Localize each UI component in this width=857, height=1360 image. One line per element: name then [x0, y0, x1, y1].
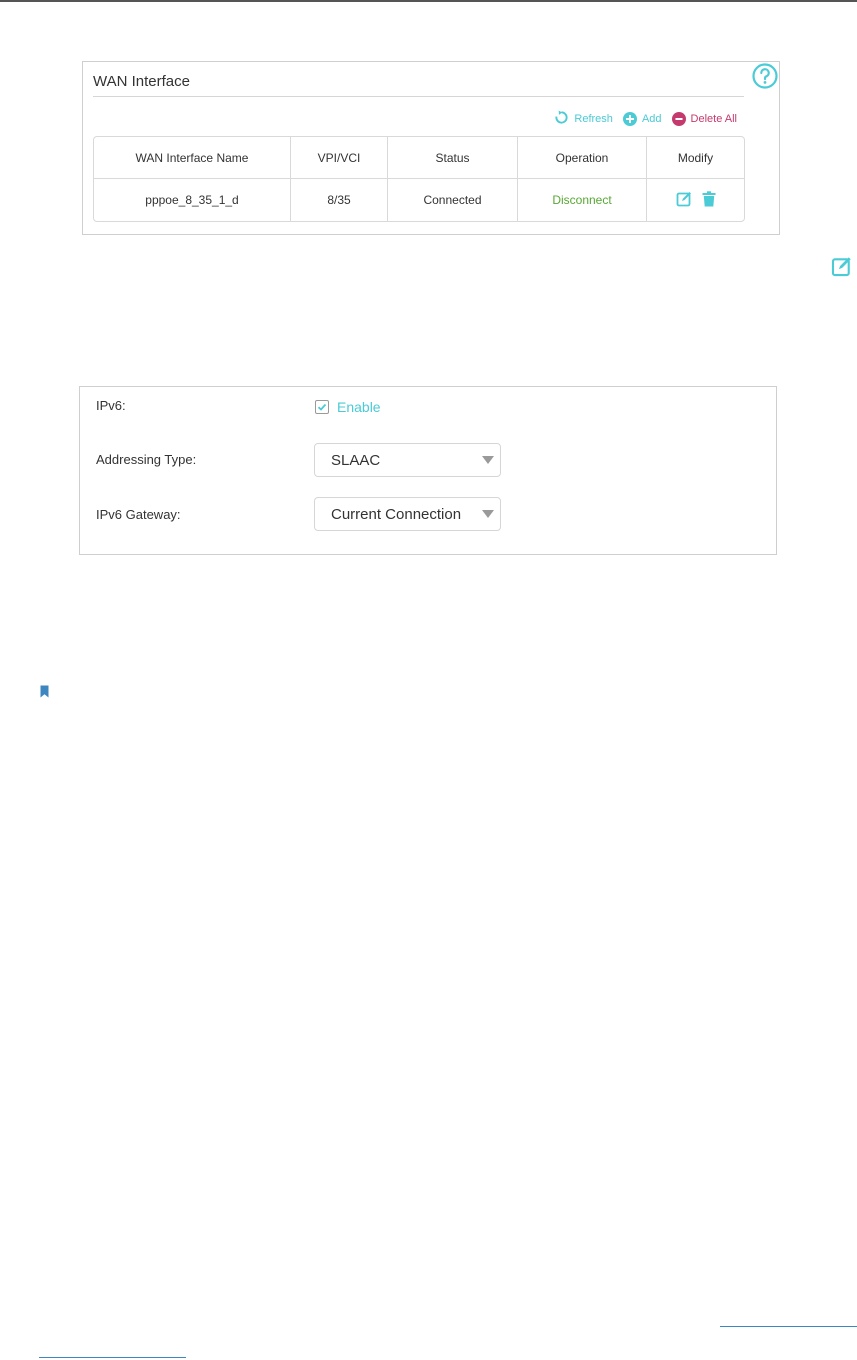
col-header-vpi-vci: VPI/VCI — [291, 137, 388, 179]
help-icon[interactable] — [752, 63, 778, 94]
cell-vpi-vci: 8/35 — [291, 179, 388, 221]
wan-panel-title: WAN Interface — [93, 73, 190, 90]
chevron-down-icon — [482, 456, 494, 464]
trash-icon[interactable] — [702, 190, 716, 210]
ipv6-gateway-label: IPv6 Gateway: — [96, 507, 181, 522]
add-label: Add — [641, 113, 662, 125]
enable-label: Enable — [337, 399, 381, 415]
table-row: pppoe_8_35_1_d 8/35 Connected Disconnect — [94, 179, 744, 221]
delete-all-button[interactable]: Delete All — [671, 112, 737, 126]
col-header-status: Status — [388, 137, 518, 179]
minus-icon — [671, 112, 686, 126]
col-header-modify: Modify — [647, 137, 744, 179]
addressing-type-select[interactable]: SLAAC — [314, 443, 501, 477]
add-button[interactable]: Add — [622, 112, 662, 126]
bookmark-icon — [40, 685, 49, 703]
wan-toolbar: Refresh Add Delete All — [554, 110, 737, 128]
wan-interface-table: WAN Interface Name VPI/VCI Status Operat… — [93, 136, 745, 222]
addressing-type-label: Addressing Type: — [96, 452, 197, 467]
wan-interface-panel: WAN Interface Refresh Add Delete All WAN… — [82, 61, 780, 235]
chevron-down-icon — [482, 510, 494, 518]
ipv6-settings-panel: IPv6: Enable Addressing Type: SLAAC IPv6… — [79, 386, 777, 555]
cell-modify — [647, 179, 744, 221]
footer-link-underline[interactable] — [39, 1357, 186, 1358]
top-rule — [0, 0, 857, 2]
ipv6-enable-control: Enable — [315, 399, 381, 415]
col-header-operation: Operation — [518, 137, 647, 179]
edit-icon[interactable] — [676, 191, 692, 210]
cell-status: Connected — [388, 179, 518, 221]
edit-icon — [831, 256, 852, 282]
footer-link-underline[interactable] — [720, 1326, 857, 1327]
col-header-wan-interface-name: WAN Interface Name — [94, 137, 291, 179]
title-divider — [93, 96, 744, 97]
ipv6-gateway-select[interactable]: Current Connection — [314, 497, 501, 531]
table-header-row: WAN Interface Name VPI/VCI Status Operat… — [94, 137, 744, 179]
addressing-type-value: SLAAC — [331, 451, 381, 469]
refresh-icon — [554, 110, 569, 128]
delete-all-label: Delete All — [690, 113, 737, 125]
ipv6-gateway-value: Current Connection — [331, 505, 462, 523]
refresh-label: Refresh — [574, 113, 613, 125]
add-icon — [622, 112, 637, 126]
refresh-button[interactable]: Refresh — [554, 110, 613, 128]
cell-operation: Disconnect — [518, 179, 647, 221]
ipv6-label: IPv6: — [96, 398, 126, 413]
cell-wan-interface-name: pppoe_8_35_1_d — [94, 179, 291, 221]
disconnect-button[interactable]: Disconnect — [552, 193, 611, 207]
ipv6-enable-checkbox[interactable] — [315, 400, 329, 414]
